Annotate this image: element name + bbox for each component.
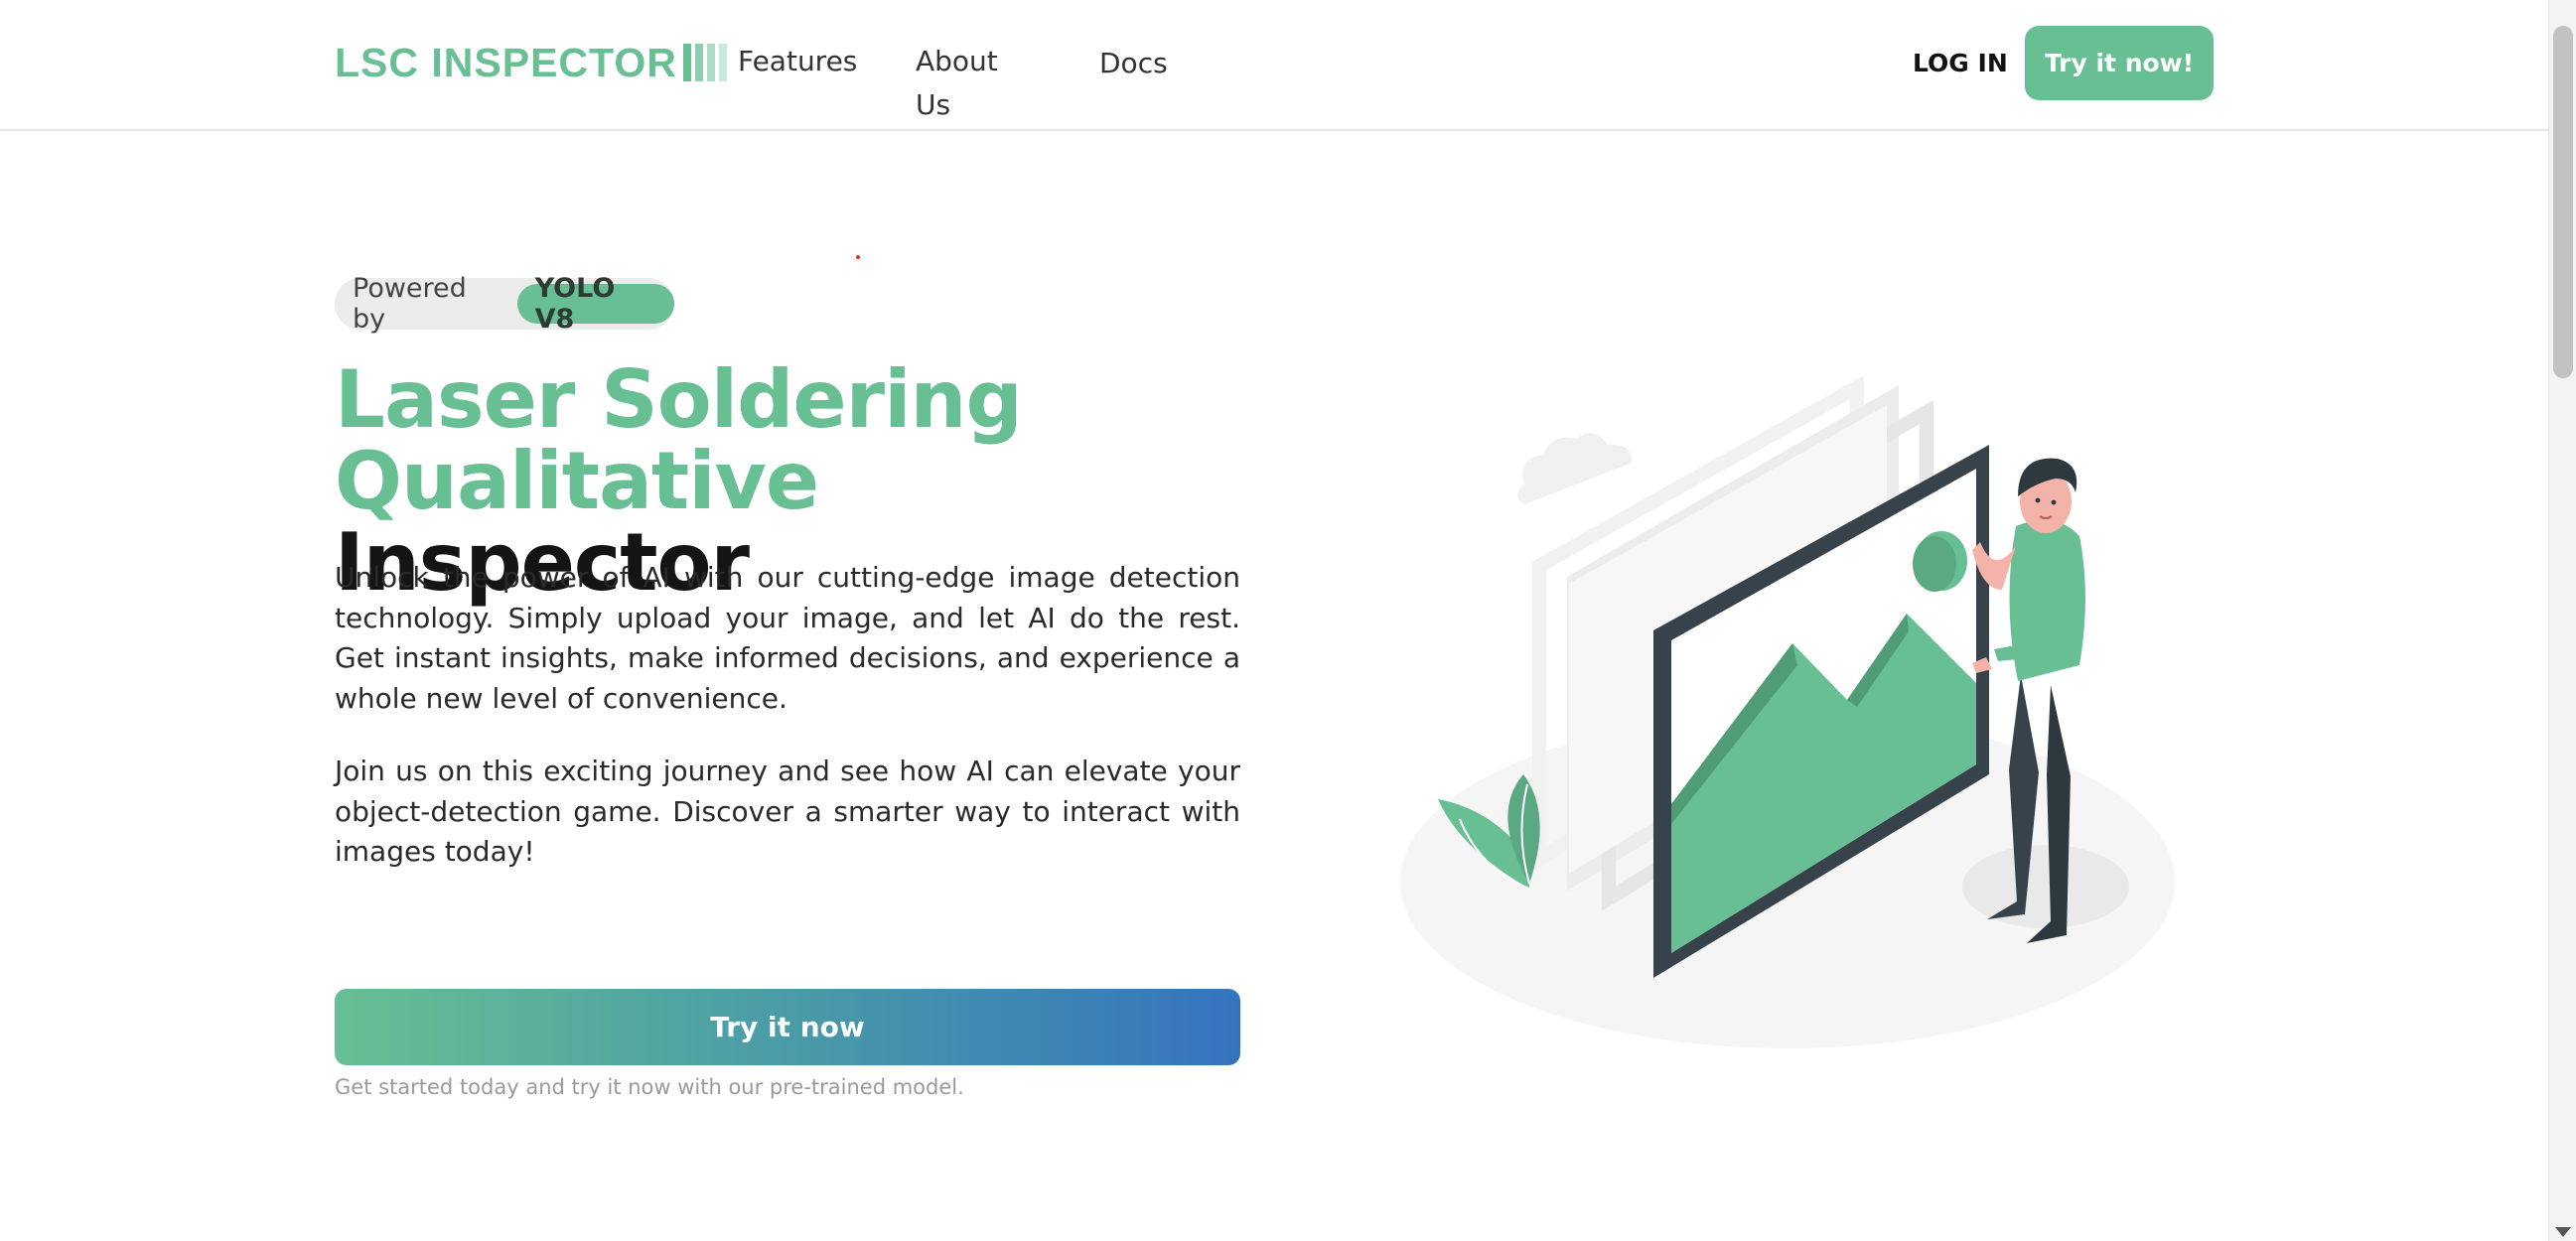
scrollbar-thumb[interactable]: [2553, 26, 2573, 378]
powered-by-badge: Powered by YOLO V8: [335, 273, 674, 335]
site-header: LSC INSPECTOR Features About Us Docs LOG…: [0, 0, 2548, 131]
join-paragraph: Join us on this exciting journey and see…: [335, 755, 1240, 868]
nav-item-docs[interactable]: Docs: [1099, 42, 1168, 85]
barcode-bars-icon: [682, 44, 727, 81]
title-line-1: Laser Soldering: [335, 353, 1023, 446]
nav-item-features[interactable]: Features: [738, 40, 857, 83]
page-scrollbar[interactable]: [2548, 0, 2576, 1241]
cloud-icon: [1517, 433, 1633, 504]
logo-text: LSC INSPECTOR: [335, 39, 677, 85]
header-try-it-now-button[interactable]: Try it now!: [2025, 26, 2214, 100]
title-green-word: Qualitative: [335, 435, 819, 527]
intro-paragraph: Unlock the power of AI with our cutting-…: [335, 561, 1240, 715]
logo[interactable]: LSC INSPECTOR: [335, 38, 727, 87]
person-holding-image-frame-illustration: [1400, 375, 2175, 1048]
cta-hint-text: Get started today and try it now with ou…: [335, 1075, 964, 1099]
login-link[interactable]: LOG IN: [1913, 42, 2008, 85]
nav-item-about-us[interactable]: About Us: [916, 40, 998, 127]
try-it-now-button[interactable]: Try it now: [335, 989, 1240, 1065]
stray-dot: [856, 255, 860, 259]
badge-label: Powered by: [353, 273, 467, 335]
badge-value: YOLO V8: [516, 273, 674, 335]
scroll-down-arrow-icon[interactable]: [2555, 1227, 2571, 1237]
